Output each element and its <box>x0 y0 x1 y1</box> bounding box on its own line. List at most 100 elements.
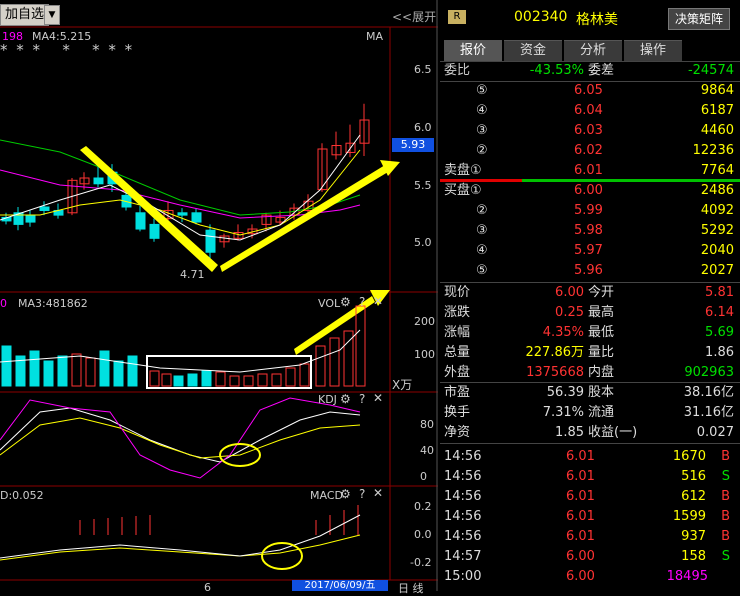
macd-y-tick-0-2: 0.2 <box>414 500 432 513</box>
arrow-up-main <box>220 165 388 272</box>
y-tick-6-5: 6.5 <box>414 63 432 76</box>
close-icon[interactable]: ✕ <box>373 294 383 308</box>
volume-bar <box>329 337 340 387</box>
chevron-down-icon[interactable]: ▼ <box>44 5 60 25</box>
quote-value: 902963 <box>684 365 734 380</box>
tick-price: 6.01 <box>566 469 595 484</box>
panel-tabs: 报价 资金 分析 操作 <box>444 40 684 61</box>
macd-cross-circle <box>261 542 303 570</box>
tab-analysis[interactable]: 分析 <box>564 40 622 61</box>
stock-code: 002340 <box>514 9 568 25</box>
quote-label: 内盘 <box>588 365 615 380</box>
vol-y-tick-200: 200 <box>414 315 435 328</box>
close-icon[interactable]: ✕ <box>373 486 383 500</box>
tick-volume: 158 <box>681 549 706 564</box>
bid-volume: 2040 <box>700 243 734 258</box>
ask-label: ③ <box>476 123 488 138</box>
expand-button[interactable]: <<展开 <box>392 8 436 25</box>
tick-volume: 937 <box>681 529 706 544</box>
help-icon[interactable]: ? <box>359 392 365 406</box>
tab-quote[interactable]: 报价 <box>444 40 502 61</box>
bid-label: ② <box>476 203 488 218</box>
tick-volume: 612 <box>681 489 706 504</box>
close-icon[interactable]: ✕ <box>373 391 383 405</box>
diff-value: -24574 <box>687 63 734 78</box>
tick-volume: 516 <box>681 469 706 484</box>
tick-row: 14:57 6.00 158 S <box>444 547 736 567</box>
stars-row: * * * * * * * <box>0 41 135 59</box>
vol-y-tick-100: 100 <box>414 348 435 361</box>
help-icon[interactable]: ? <box>359 295 365 309</box>
ask-volume: 6187 <box>700 103 734 118</box>
fundamental-row: 换手 7.31% 流通 31.16亿 <box>444 403 736 423</box>
ask-label: ④ <box>476 103 488 118</box>
ask-row: 卖盘① 6.01 7764 <box>444 161 736 181</box>
tick-time: 14:56 <box>444 449 482 464</box>
tick-row: 15:00 6.00 18495 <box>444 567 736 587</box>
macd-legend: D:0.052 <box>0 489 44 502</box>
tab-funds[interactable]: 资金 <box>504 40 562 61</box>
quote-row: 总量 227.86万 量比 1.86 <box>444 343 736 363</box>
bid-label: ④ <box>476 243 488 258</box>
tick-price: 6.01 <box>566 529 595 544</box>
ask-price: 6.03 <box>574 123 603 138</box>
quote-label: 最高 <box>588 305 615 320</box>
volume-bar <box>187 373 198 387</box>
tick-time: 14:56 <box>444 529 482 544</box>
volume-bar <box>201 370 212 387</box>
ratio-label: 委比 <box>444 63 471 78</box>
quote-row: 涨跌 0.25 最高 6.14 <box>444 303 736 323</box>
candle-body <box>93 177 104 185</box>
period-label[interactable]: 日 线 <box>398 580 424 596</box>
fund-value: 38.16亿 <box>683 385 734 400</box>
quote-value: 227.86万 <box>525 345 585 360</box>
fund-label: 市盈 <box>444 385 471 400</box>
tick-side: S <box>721 549 730 564</box>
ask-row: ⑤ 6.05 9864 <box>444 81 736 101</box>
tick-price: 6.01 <box>566 509 595 524</box>
ask-row: ④ 6.04 6187 <box>444 101 736 121</box>
tab-operation[interactable]: 操作 <box>624 40 682 61</box>
macd-dea-line <box>0 534 361 561</box>
tick-side: B <box>721 489 730 504</box>
quote-value: 5.69 <box>705 325 734 340</box>
volume-bar <box>299 363 310 387</box>
volume-bar <box>99 350 110 387</box>
r-badge: R <box>448 10 466 24</box>
quote-value: 1375668 <box>526 365 584 380</box>
tick-row: 14:56 6.01 937 B <box>444 527 736 547</box>
macd-y-tick-0-0: 0.0 <box>414 528 432 541</box>
cursor-date-tag: 2017/06/09/五 <box>292 580 388 591</box>
bid-row: ⑤ 5.96 2027 <box>444 261 736 281</box>
tick-side: B <box>721 509 730 524</box>
y-tick-6-0: 6.0 <box>414 121 432 134</box>
vol-legend-b: MA3:481862 <box>18 297 88 310</box>
bid-price: 5.98 <box>574 223 603 238</box>
gear-icon[interactable]: ⚙ <box>340 392 351 406</box>
tick-price: 6.01 <box>566 489 595 504</box>
add-favorite-button[interactable]: 加自选 <box>0 4 50 26</box>
gear-icon[interactable]: ⚙ <box>340 295 351 309</box>
fund-value: 0.027 <box>696 425 734 440</box>
y-tick-5-0: 5.0 <box>414 236 432 249</box>
gear-icon[interactable]: ⚙ <box>340 487 351 501</box>
fund-label: 流通 <box>588 405 615 420</box>
ma-tag: MA <box>366 30 384 43</box>
volume-bar <box>257 373 268 387</box>
bid-volume: 4092 <box>700 203 734 218</box>
help-icon[interactable]: ? <box>359 487 365 501</box>
tick-price: 6.00 <box>566 569 595 584</box>
candle-body <box>177 212 188 216</box>
volume-bar <box>57 355 68 387</box>
tick-time: 14:57 <box>444 549 482 564</box>
decision-matrix-button[interactable]: 决策矩阵 <box>668 8 730 30</box>
volume-bar <box>285 367 296 387</box>
bid-label: ⑤ <box>476 263 488 278</box>
bid-row: ③ 5.98 5292 <box>444 221 736 241</box>
bid-volume: 2486 <box>700 183 734 198</box>
ask-volume: 7764 <box>700 163 734 178</box>
bid-price: 5.99 <box>574 203 603 218</box>
kline-chart-area[interactable]: 加自选 ▼ <<展开 198 MA4:5.215 MA * * * * * * … <box>0 0 438 595</box>
candle-body <box>39 206 50 211</box>
ask-price: 6.02 <box>574 143 603 158</box>
